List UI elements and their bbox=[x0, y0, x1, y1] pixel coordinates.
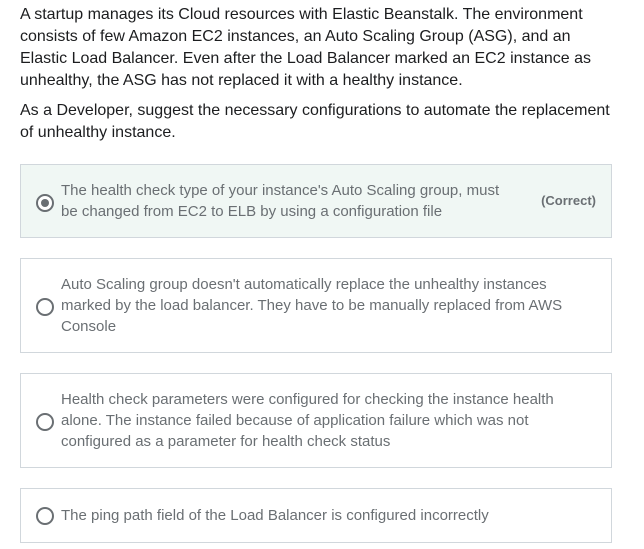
question-paragraph: A startup manages its Cloud resources wi… bbox=[20, 6, 592, 89]
answer-option-1[interactable]: The health check type of your instance's… bbox=[20, 164, 612, 238]
radio-selected-icon[interactable] bbox=[36, 194, 54, 212]
correct-badge: (Correct) bbox=[541, 193, 596, 208]
answer-option-text: The health check type of your instance's… bbox=[61, 182, 500, 220]
answer-option-4[interactable]: The ping path field of the Load Balancer… bbox=[20, 488, 612, 543]
answer-option-2[interactable]: Auto Scaling group doesn't automatically… bbox=[20, 258, 612, 353]
question-prompt: As a Developer, suggest the necessary co… bbox=[20, 102, 610, 141]
radio-unselected-icon[interactable] bbox=[36, 507, 54, 525]
question-text: A startup manages its Cloud resources wi… bbox=[20, 4, 620, 152]
answer-option-text: The ping path field of the Load Balancer… bbox=[61, 507, 489, 524]
answer-option-text: Auto Scaling group doesn't automatically… bbox=[61, 276, 563, 335]
radio-unselected-icon[interactable] bbox=[36, 298, 54, 316]
answer-option-3[interactable]: Health check parameters were configured … bbox=[20, 373, 612, 468]
answer-option-text: Health check parameters were configured … bbox=[61, 391, 554, 450]
radio-unselected-icon[interactable] bbox=[36, 413, 54, 431]
